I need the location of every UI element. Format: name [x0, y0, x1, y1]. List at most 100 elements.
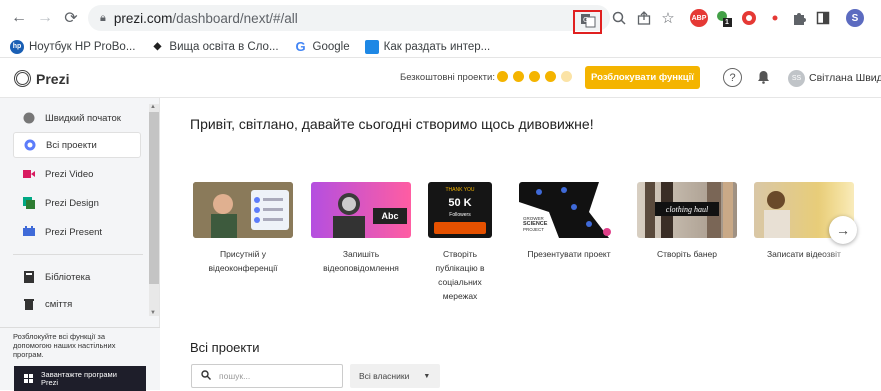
download-apps-button[interactable]: Завантажте програми Prezi	[14, 366, 146, 391]
app-header: Prezi Безкоштовні проекти: Розблокувати …	[0, 58, 881, 98]
scroll-up-icon[interactable]: ▲	[150, 104, 156, 110]
owners-select[interactable]: Всі власники ▼	[350, 364, 440, 388]
template-card-banner[interactable]: clothing haul Створіть банер	[637, 182, 737, 261]
sidebar-item-prezi-video[interactable]: Prezi Video	[13, 161, 141, 187]
card-thumb-text: THANK YOU	[445, 187, 475, 193]
sidebar-item-library[interactable]: Бібліотека	[13, 264, 141, 290]
bookmark-item[interactable]: hp Ноутбук HP ProBo...	[10, 39, 136, 54]
address-bar[interactable]: 🔒︎ prezi.com/dashboard/next/#/all	[88, 5, 610, 31]
side-panel-icon[interactable]	[814, 9, 832, 27]
svg-text:G: G	[583, 16, 588, 24]
logo-text: Prezi	[36, 70, 70, 87]
search-icon	[201, 369, 211, 383]
adblock-icon[interactable]: ABP	[690, 9, 708, 27]
hp-icon: hp	[10, 39, 24, 54]
project-dot-used	[497, 71, 508, 82]
card-label: Створіть публікацію в соціальних мережах	[435, 249, 485, 301]
card-label: Запишіть відеоповідомлення	[323, 249, 399, 273]
card-thumbnail: clothing haul	[637, 182, 737, 238]
prezi-logo[interactable]: Prezi	[14, 70, 69, 87]
project-search-input[interactable]: пошук...	[191, 364, 343, 388]
extension-badge: 1	[725, 19, 729, 26]
bookmark-label: Ноутбук HP ProBo...	[29, 40, 136, 53]
template-card-social-post[interactable]: THANK YOU 50 K Followers Створіть публік…	[428, 182, 492, 303]
all-projects-title: Всі проекти	[190, 340, 260, 355]
free-projects-indicator	[497, 71, 577, 82]
user-name[interactable]: Світлана Швидка	[809, 72, 881, 84]
user-avatar[interactable]: SS	[788, 70, 805, 87]
zoom-icon[interactable]	[610, 9, 628, 27]
chevron-down-icon: ▼	[423, 372, 431, 380]
card-thumb-text: clothing haul	[655, 202, 719, 216]
design-icon	[23, 197, 35, 209]
card-label: Присутній у відеоконференції	[208, 249, 278, 273]
sidebar-item-label: Prezi Video	[45, 168, 94, 180]
page-greeting: Привіт, світлано, давайте сьогодні створ…	[190, 116, 594, 132]
project-dot-free	[561, 71, 572, 82]
sidebar-item-label: Бібліотека	[45, 271, 91, 283]
scroll-down-icon[interactable]: ▼	[150, 310, 156, 316]
browser-toolbar: ← → ⟳ 🔒︎ prezi.com/dashboard/next/#/all …	[0, 0, 881, 36]
prezi-logo-icon	[14, 70, 31, 87]
bookmarks-bar: hp Ноутбук HP ProBo... ◆ Вища освіта в С…	[0, 36, 881, 58]
card-label: Презентувати проект	[527, 249, 611, 259]
template-card-video-conference[interactable]: Присутній у відеоконференції	[193, 182, 293, 275]
video-icon	[23, 168, 35, 180]
thumb-line: PROJECT	[523, 227, 545, 232]
project-dot-used	[545, 71, 556, 82]
lock-icon: 🔒︎	[100, 11, 106, 24]
thumb-decoration	[434, 222, 486, 234]
sidebar-item-label: Prezi Design	[45, 197, 99, 209]
card-thumbnail: GROWER SCIENCE PROJECT	[519, 182, 619, 238]
card-thumbnail: Abc	[311, 182, 411, 238]
sidebar-item-label: Всі проекти	[46, 139, 97, 151]
share-icon[interactable]	[635, 9, 653, 27]
reload-icon[interactable]: ⟳	[62, 9, 80, 27]
sidebar-item-label: Швидкий початок	[45, 112, 121, 124]
bell-icon[interactable]	[757, 70, 770, 87]
bookmark-item[interactable]: Как раздать интер...	[364, 39, 491, 54]
bookmark-star-icon[interactable]: ☆	[659, 9, 677, 27]
profile-avatar[interactable]: S	[846, 9, 864, 27]
template-card-record-video[interactable]: Abc Запишіть відеоповідомлення	[311, 182, 411, 275]
search-placeholder: пошук...	[219, 371, 251, 381]
sidebar-item-prezi-design[interactable]: Prezi Design	[13, 190, 141, 216]
bookmark-item[interactable]: ◆ Вища освіта в Сло...	[150, 40, 279, 54]
forward-arrow-icon[interactable]: →	[36, 9, 54, 27]
back-arrow-icon[interactable]: ←	[10, 9, 28, 27]
google-icon: G	[295, 39, 306, 54]
trash-icon	[23, 298, 35, 310]
bookmark-label: Google	[312, 40, 350, 53]
unlock-features-button[interactable]: Розблокувати функції	[585, 66, 700, 89]
all-projects-icon	[24, 139, 36, 151]
sidebar-item-prezi-present[interactable]: Prezi Present	[13, 219, 141, 245]
url-host: prezi.com	[113, 10, 173, 26]
template-card-present-project[interactable]: GROWER SCIENCE PROJECT Презентувати прое…	[519, 182, 619, 261]
extension-icon[interactable]: 1	[714, 9, 732, 27]
card-label: Створіть банер	[656, 249, 718, 259]
present-icon	[23, 226, 35, 238]
card-thumb-text: Followers	[449, 212, 471, 218]
sidebar-item-trash[interactable]: сміття	[13, 291, 141, 317]
desktop-apps-promo: Розблокуйте всі функції за допомогою наш…	[13, 332, 116, 359]
extensions-puzzle-icon[interactable]	[790, 9, 808, 27]
record-extension-icon[interactable]	[766, 9, 784, 27]
sidebar-scroll-thumb[interactable]	[149, 112, 159, 284]
owners-select-value: Всі власники	[359, 371, 410, 381]
opera-extension-icon[interactable]	[740, 9, 758, 27]
sidebar-item-quickstart[interactable]: Швидкий початок	[13, 105, 141, 131]
help-icon[interactable]: ?	[723, 68, 742, 87]
card-thumbnail: THANK YOU 50 K Followers	[428, 182, 492, 238]
sidebar-scrollbar[interactable]: ▲ ▼	[149, 104, 159, 316]
project-dot-used	[513, 71, 524, 82]
bag-icon	[364, 39, 379, 54]
bookmark-item[interactable]: G Google	[294, 39, 350, 54]
url-path: /dashboard/next/#/all	[172, 10, 298, 26]
carousel-next-arrow-icon[interactable]: →	[829, 216, 857, 244]
translate-icon[interactable]: G	[579, 11, 597, 29]
card-thumb-text: Abc	[373, 208, 407, 224]
sidebar-item-label: сміття	[45, 298, 73, 310]
sidebar-footer: Розблокуйте всі функції за допомогою наш…	[0, 327, 160, 391]
bookmark-label: Как раздать интер...	[383, 40, 491, 53]
sidebar-item-all-projects[interactable]: Всі проекти	[13, 132, 141, 158]
